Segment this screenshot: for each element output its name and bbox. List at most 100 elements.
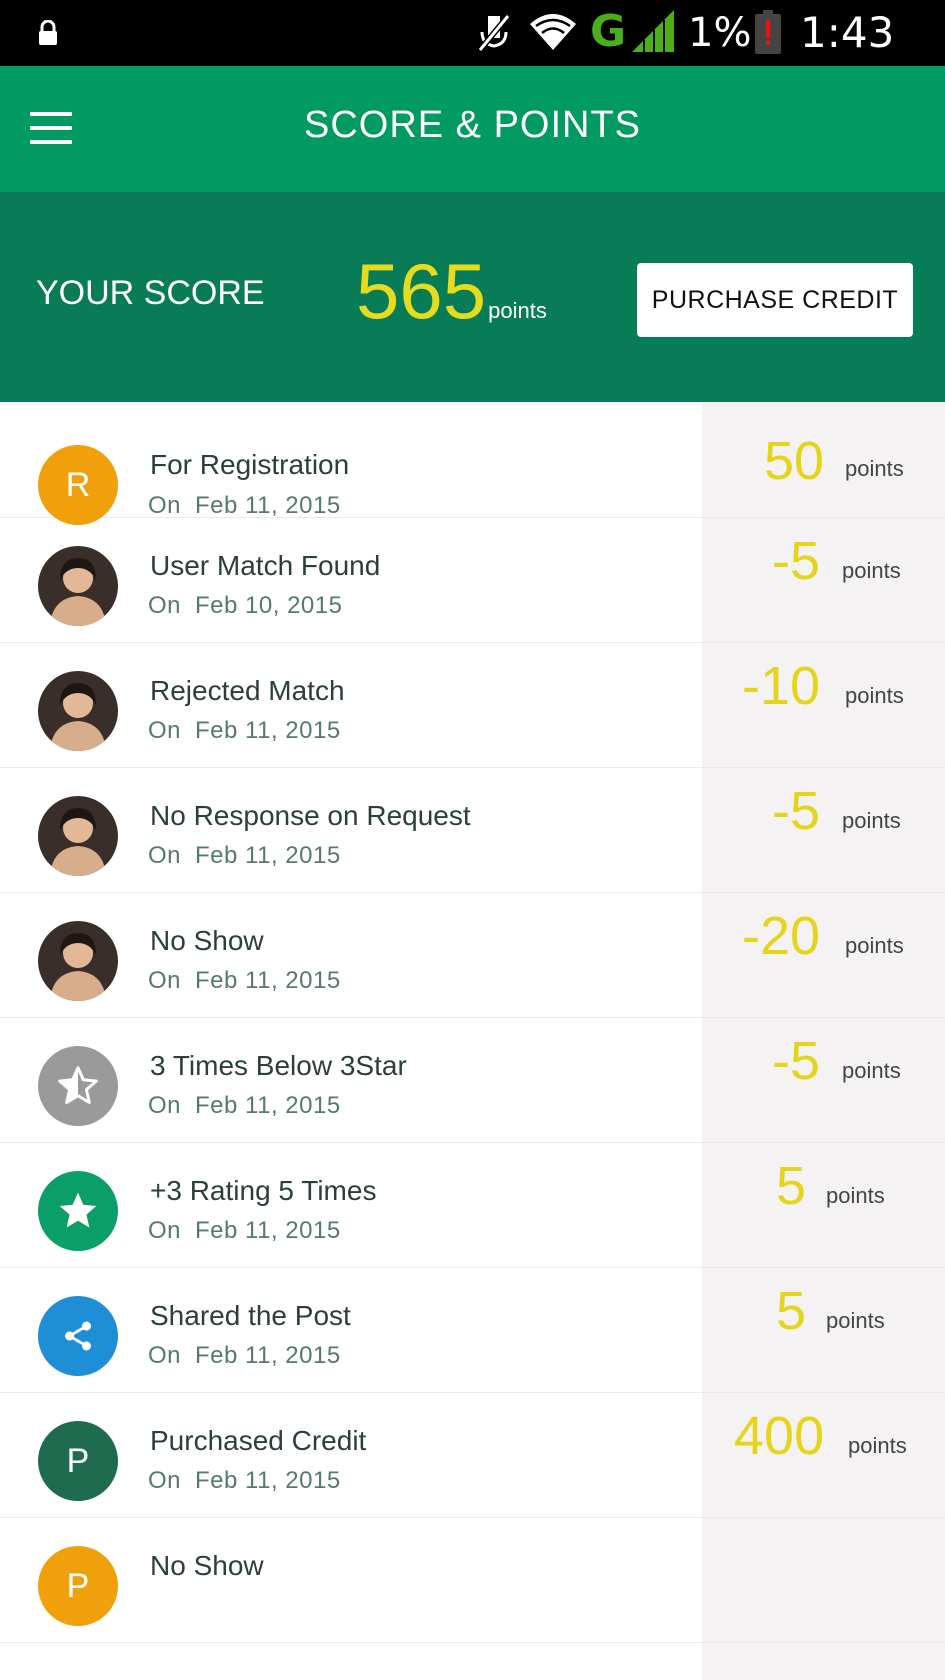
list-item[interactable]: P No Show	[0, 1518, 945, 1643]
avatar-photo	[38, 921, 118, 1001]
row-title: User Match Found	[150, 550, 381, 581]
date-prefix: On	[148, 1217, 182, 1244]
date-value: Feb 11, 2015	[195, 492, 341, 519]
user-photo-icon	[38, 671, 118, 751]
user-photo-icon	[38, 796, 118, 876]
avatar-letter: R	[65, 465, 91, 504]
app-bar: SCORE & POINTS	[0, 66, 945, 192]
score-unit: points	[488, 298, 547, 323]
list-item[interactable]: P Purchased Credit On Feb 11, 2015 400 points	[0, 1393, 945, 1518]
score-panel: YOUR SCORE 565points PURCHASE CREDIT	[0, 192, 945, 402]
network-type: G	[590, 6, 627, 57]
list-item[interactable]: +3 Rating 5 Times On Feb 11, 2015 5 points	[0, 1143, 945, 1268]
row-title: 3 Times Below 3Star	[150, 1050, 407, 1081]
score-value: 565points	[356, 246, 547, 337]
list-item[interactable]: No Show On Feb 11, 2015 -20 points	[0, 893, 945, 1018]
row-date: On Feb 11, 2015	[148, 1217, 341, 1245]
points-unit: points	[848, 1433, 907, 1458]
points-value: 5	[776, 1281, 807, 1341]
date-value: Feb 11, 2015	[195, 1217, 341, 1244]
row-date: On Feb 11, 2015	[148, 492, 341, 520]
list-item[interactable]: R For Registration On Feb 11, 2015 50 points	[0, 402, 945, 525]
row-date: On Feb 11, 2015	[148, 1467, 341, 1495]
points-cell: 5 points	[702, 1268, 945, 1402]
row-title: No Show	[150, 925, 264, 956]
row-date: On Feb 11, 2015	[148, 842, 341, 870]
date-prefix: On	[148, 842, 182, 869]
score-label: YOUR SCORE	[36, 274, 265, 312]
points-value: -5	[772, 531, 821, 591]
points-unit: points	[826, 1308, 885, 1333]
row-title: Rejected Match	[150, 675, 345, 706]
row-title: No Response on Request	[150, 800, 471, 831]
date-value: Feb 11, 2015	[195, 1342, 341, 1369]
date-value: Feb 11, 2015	[195, 717, 341, 744]
points-value: 50	[764, 431, 825, 491]
points-unit: points	[826, 1183, 885, 1208]
row-date: On Feb 11, 2015	[148, 1092, 341, 1120]
row-title: Purchased Credit	[150, 1425, 367, 1456]
points-cell: -20 points	[702, 893, 945, 1027]
avatar: P	[38, 1421, 118, 1501]
points-value: 5	[776, 1156, 807, 1216]
date-prefix: On	[148, 1092, 182, 1119]
points-cell: -10 points	[702, 643, 945, 777]
status-bar: G 1% 1:43 PM	[0, 0, 945, 103]
row-date: On Feb 11, 2015	[148, 967, 341, 995]
points-history-list: R For Registration On Feb 11, 2015 50 points U…	[0, 402, 945, 1680]
list-item[interactable]: Shared the Post On Feb 11, 2015 5 points	[0, 1268, 945, 1393]
points-cell: -5 points	[702, 518, 945, 652]
battery-percent: 1%	[688, 10, 752, 56]
row-date: On Feb 11, 2015	[148, 717, 341, 745]
score-number: 565	[356, 247, 487, 335]
list-item[interactable]: Rejected Match On Feb 11, 2015 -10 points	[0, 643, 945, 768]
mute-icon	[477, 14, 511, 52]
avatar-photo	[38, 546, 118, 626]
signal-icon	[632, 10, 674, 52]
share-icon	[38, 1296, 118, 1376]
points-unit: points	[842, 558, 901, 583]
list-item[interactable]: No Response on Request On Feb 11, 2015 -5 po…	[0, 768, 945, 893]
date-prefix: On	[148, 1467, 182, 1494]
battery-icon	[755, 10, 781, 54]
avatar-letter: P	[66, 1566, 90, 1605]
points-cell: -5 points	[702, 1018, 945, 1152]
avatar: P	[38, 1546, 118, 1626]
row-date: On Feb 10, 2015	[148, 592, 342, 620]
list-item[interactable]: User Match Found On Feb 10, 2015 -5 points	[0, 518, 945, 643]
user-photo-icon	[38, 546, 118, 626]
row-title: Shared the Post	[150, 1300, 351, 1331]
avatar-photo	[38, 671, 118, 751]
date-value: Feb 11, 2015	[195, 967, 341, 994]
points-unit: points	[842, 808, 901, 833]
row-date: On Feb 11, 2015	[148, 1342, 341, 1370]
avatar-letter: P	[66, 1441, 90, 1480]
row-title: No Show	[150, 1550, 264, 1581]
points-cell	[702, 1518, 945, 1652]
list-item[interactable]: 3 Times Below 3Star On Feb 11, 2015 -5 point…	[0, 1018, 945, 1143]
date-value: Feb 11, 2015	[195, 842, 341, 869]
points-unit: points	[845, 683, 904, 708]
avatar-photo	[38, 796, 118, 876]
page-title: SCORE & POINTS	[303, 104, 642, 146]
user-photo-icon	[38, 921, 118, 1001]
row-title: For Registration	[150, 449, 350, 480]
points-cell: 400 points	[702, 1393, 945, 1527]
points-unit: points	[845, 933, 904, 958]
star-icon	[38, 1171, 118, 1251]
purchase-credit-button[interactable]: PURCHASE CREDIT	[637, 263, 913, 337]
row-date	[148, 1592, 162, 1620]
wifi-icon	[530, 14, 576, 50]
avatar: R	[38, 445, 118, 525]
half-star-icon	[38, 1046, 118, 1126]
points-unit: points	[845, 456, 904, 481]
points-value: -5	[772, 781, 821, 841]
date-prefix: On	[148, 1342, 182, 1369]
clock-time: 1:43	[800, 8, 895, 57]
lock-icon	[39, 20, 57, 45]
points-value: -5	[772, 1031, 821, 1091]
points-cell: -5 points	[702, 768, 945, 902]
points-cell: 50 points	[702, 402, 945, 536]
points-value: -20	[742, 906, 821, 966]
points-value: 400	[734, 1406, 825, 1466]
